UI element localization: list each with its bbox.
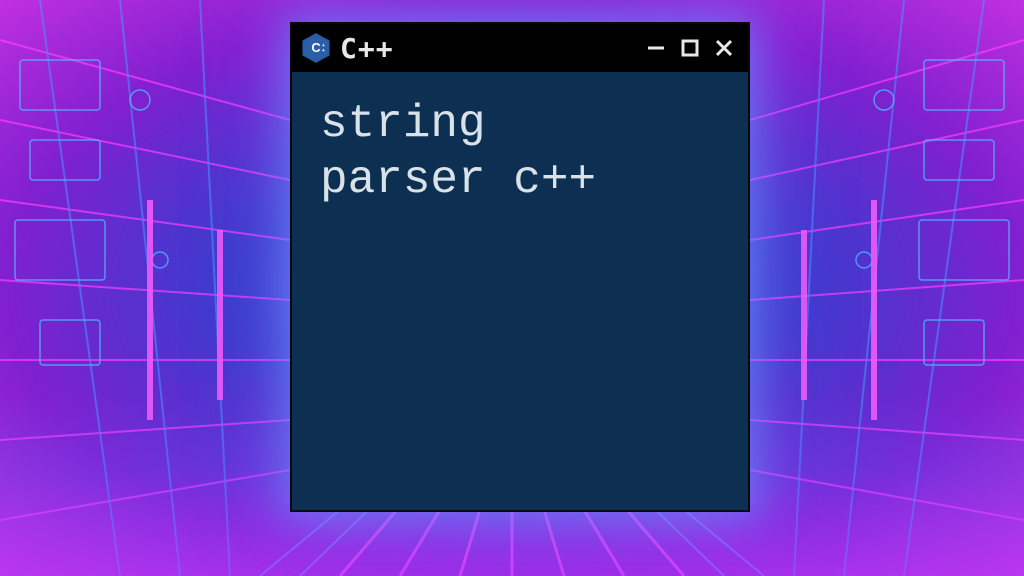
window-titlebar[interactable]: C + + C++: [292, 24, 748, 72]
cpp-hexagon-icon: C + +: [300, 32, 332, 64]
terminal-content[interactable]: string parser c++: [292, 72, 748, 510]
window-controls: [642, 34, 738, 62]
code-line-2: parser c++: [320, 152, 720, 208]
close-button[interactable]: [710, 34, 738, 62]
svg-text:C: C: [311, 40, 320, 55]
minimize-button[interactable]: [642, 34, 670, 62]
terminal-window: C + + C++ string parser c++: [290, 22, 750, 512]
maximize-button[interactable]: [676, 34, 704, 62]
code-line-1: string: [320, 96, 720, 152]
svg-text:+: +: [322, 48, 325, 54]
window-title: C++: [340, 32, 634, 65]
